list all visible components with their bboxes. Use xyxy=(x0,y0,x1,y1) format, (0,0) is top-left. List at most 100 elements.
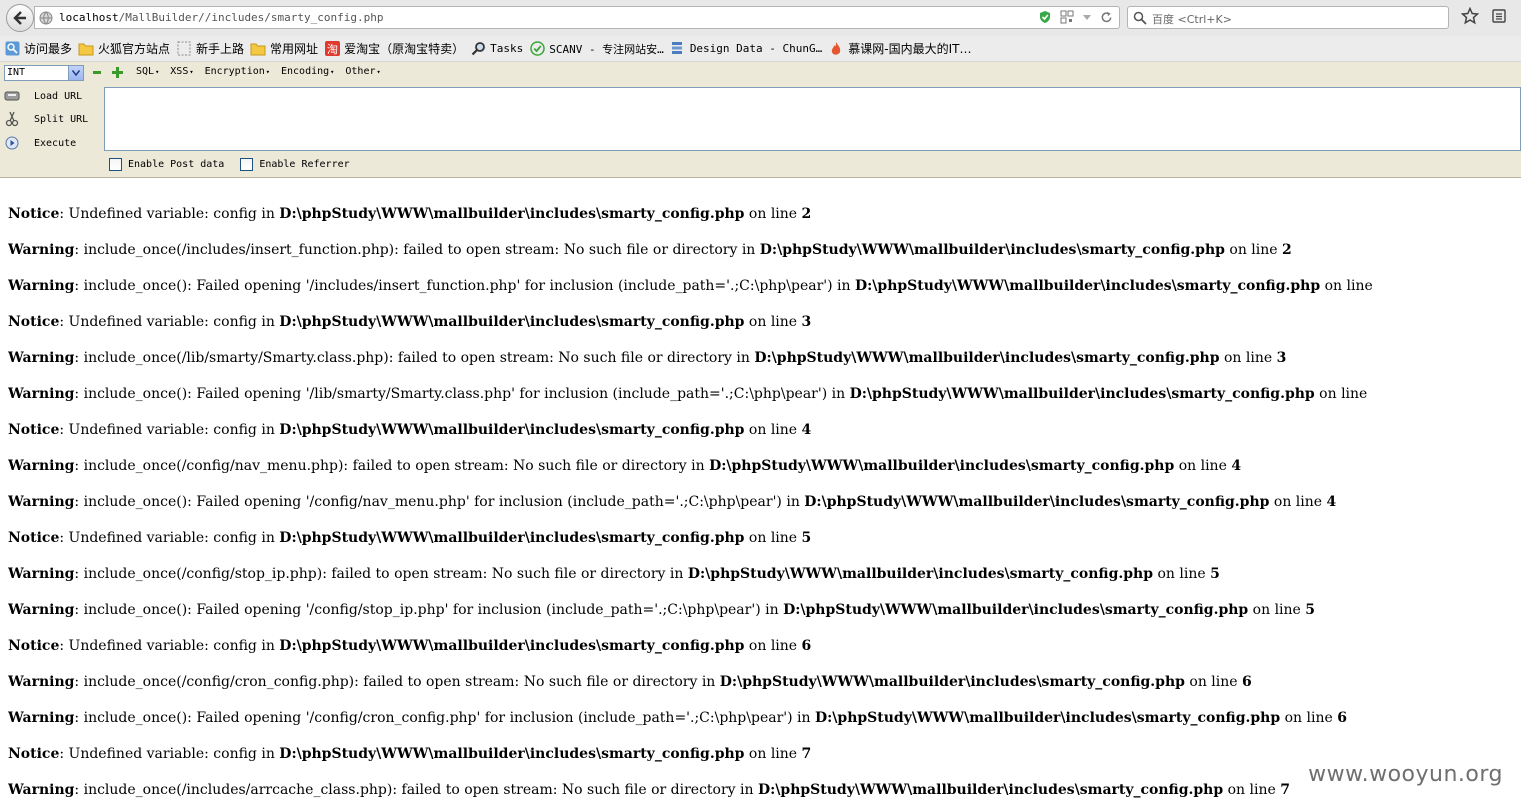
message-level: Warning xyxy=(8,242,75,258)
message-level: Warning xyxy=(8,350,75,366)
message-file: D:\phpStudy\WWW\mallbuilder\includes\sma… xyxy=(279,638,745,654)
bookmarks-toolbar: 访问最多 火狐官方站点 新手上路 常用网址 淘 爱淘宝（原淘宝特卖） Tasks xyxy=(0,36,1521,62)
qr-code-icon[interactable] xyxy=(1060,10,1074,24)
message-suffix: on line xyxy=(744,206,802,222)
message-line-number: 5 xyxy=(1210,566,1220,582)
message-level: Notice xyxy=(8,206,60,222)
bookmark-imooc[interactable]: 慕课网-国内最大的IT… xyxy=(828,40,971,57)
search-input[interactable]: 百度 <Ctrl+K> xyxy=(1152,11,1232,27)
message-level: Notice xyxy=(8,530,60,546)
scissors-icon xyxy=(4,111,20,127)
menu-encoding[interactable]: Encoding xyxy=(281,66,334,77)
message-file: D:\phpStudy\WWW\mallbuilder\includes\sma… xyxy=(279,530,745,546)
search-icon xyxy=(4,41,20,57)
error-message: Notice: Undefined variable: config in D:… xyxy=(8,412,1521,448)
split-url-button[interactable]: Split URL xyxy=(4,109,88,129)
message-file: D:\phpStudy\WWW\mallbuilder\includes\sma… xyxy=(757,782,1224,798)
error-message: Warning: include_once(/includes/insert_f… xyxy=(8,232,1521,268)
message-suffix: on line xyxy=(1224,242,1283,258)
error-message: Warning: include_once(): Failed opening … xyxy=(8,376,1521,412)
bookmark-label: 慕课网-国内最大的IT… xyxy=(848,42,972,56)
message-level: Warning xyxy=(8,278,75,294)
error-message: Warning: include_once(/config/cron_confi… xyxy=(8,664,1521,700)
load-url-button[interactable]: Load URL xyxy=(4,86,82,106)
reload-icon[interactable] xyxy=(1100,11,1113,24)
bookmark-scanv[interactable]: SCANV - 专注网站安… xyxy=(529,41,664,57)
message-line-number: 6 xyxy=(1242,674,1252,690)
message-line-number: 2 xyxy=(1282,242,1292,258)
message-file: D:\phpStudy\WWW\mallbuilder\includes\sma… xyxy=(687,566,1154,582)
shield-icon[interactable] xyxy=(1038,10,1052,24)
message-file: D:\phpStudy\WWW\mallbuilder\includes\sma… xyxy=(783,602,1249,618)
message-file: D:\phpStudy\WWW\mallbuilder\includes\sma… xyxy=(854,278,1321,294)
decrease-icon[interactable] xyxy=(93,71,101,74)
message-line-number: 6 xyxy=(801,638,812,654)
hackbar-type-select[interactable]: INT xyxy=(4,65,84,81)
message-suffix: on line xyxy=(1184,674,1243,690)
bookmark-aitaobao[interactable]: 淘 爱淘宝（原淘宝特卖） xyxy=(324,40,464,57)
error-message: Warning: include_once(/includes/arrcache… xyxy=(8,772,1521,807)
enable-referrer-checkbox[interactable]: Enable Referrer xyxy=(240,158,350,171)
enable-post-checkbox[interactable]: Enable Post data xyxy=(109,158,224,171)
enable-post-label: Enable Post data xyxy=(128,159,225,170)
bookmark-design-data[interactable]: Design Data - ChunG… xyxy=(670,41,822,57)
message-line-number: 2 xyxy=(801,206,812,222)
menu-encryption[interactable]: Encryption xyxy=(205,66,270,77)
bookmark-common-sites[interactable]: 常用网址 xyxy=(250,40,318,57)
url-bar[interactable]: localhost/MallBuilder//includes/smarty_c… xyxy=(34,6,1120,29)
message-line-number: 5 xyxy=(1305,602,1316,618)
message-suffix: on line xyxy=(744,638,802,654)
message-suffix: on line xyxy=(744,422,802,438)
message-text: : Undefined variable: config in xyxy=(59,314,280,330)
bookmark-star-icon[interactable] xyxy=(1461,7,1479,25)
message-suffix: on line xyxy=(744,530,802,546)
error-message: Notice: Undefined variable: config in D:… xyxy=(8,304,1521,340)
execute-button[interactable]: Execute xyxy=(4,133,76,153)
checkbox-box[interactable] xyxy=(240,158,254,171)
message-text: : include_once(/config/nav_menu.php): fa… xyxy=(74,458,710,474)
message-level: Warning xyxy=(8,674,75,690)
error-message: Notice: Undefined variable: config in D:… xyxy=(8,196,1521,232)
bookmark-firefox-site[interactable]: 火狐官方站点 xyxy=(78,40,170,57)
back-button[interactable] xyxy=(6,4,34,32)
message-line-number: 7 xyxy=(801,746,812,762)
bookmark-most-visited[interactable]: 访问最多 xyxy=(4,40,72,57)
message-file: D:\phpStudy\WWW\mallbuilder\includes\sma… xyxy=(754,350,1220,366)
menu-xss[interactable]: XSS xyxy=(170,66,193,77)
hackbar-url-textarea[interactable] xyxy=(104,87,1521,151)
database-icon xyxy=(670,41,686,57)
bookmark-label: 火狐官方站点 xyxy=(98,42,171,56)
error-message: Notice: Undefined variable: config in D:… xyxy=(8,520,1521,556)
message-file: D:\phpStudy\WWW\mallbuilder\includes\sma… xyxy=(279,206,745,222)
increase-icon[interactable] xyxy=(112,67,123,78)
error-message: Warning: include_once(): Failed opening … xyxy=(8,484,1521,520)
message-line-number: 4 xyxy=(1231,458,1242,474)
message-text: : Undefined variable: config in xyxy=(59,638,280,654)
message-level: Warning xyxy=(8,386,75,402)
message-level: Notice xyxy=(8,314,60,330)
dropdown-arrow-icon[interactable] xyxy=(1082,12,1092,22)
url-text[interactable]: localhost/MallBuilder//includes/smarty_c… xyxy=(59,11,384,24)
globe-icon xyxy=(39,11,53,25)
chevron-down-icon[interactable] xyxy=(68,66,83,80)
checkbox-box[interactable] xyxy=(109,158,122,171)
menu-other[interactable]: Other xyxy=(345,66,380,77)
message-text: : include_once(): Failed opening '/inclu… xyxy=(74,278,855,294)
play-icon xyxy=(4,135,20,151)
message-file: D:\phpStudy\WWW\mallbuilder\includes\sma… xyxy=(279,314,745,330)
reading-list-icon[interactable] xyxy=(1491,8,1507,24)
bookmark-tasks[interactable]: Tasks xyxy=(470,41,523,57)
message-text: : Undefined variable: config in xyxy=(59,746,280,762)
load-url-label: Load URL xyxy=(34,90,83,102)
navigation-toolbar: localhost/MallBuilder//includes/smarty_c… xyxy=(0,0,1521,36)
message-text: : include_once(/config/cron_config.php):… xyxy=(74,674,720,690)
message-line-number: 3 xyxy=(1276,350,1287,366)
menu-sql[interactable]: SQL xyxy=(136,66,159,77)
message-level: Notice xyxy=(8,638,60,654)
search-bar[interactable]: 百度 <Ctrl+K> xyxy=(1127,6,1449,29)
message-level: Notice xyxy=(8,746,60,762)
bookmark-getting-started[interactable]: 新手上路 xyxy=(176,40,244,57)
hackbar-panel: INT SQL XSS Encryption Encoding Other Lo… xyxy=(0,62,1521,178)
watermark: www.wooyun.org xyxy=(1308,762,1503,787)
flame-icon xyxy=(828,41,844,57)
